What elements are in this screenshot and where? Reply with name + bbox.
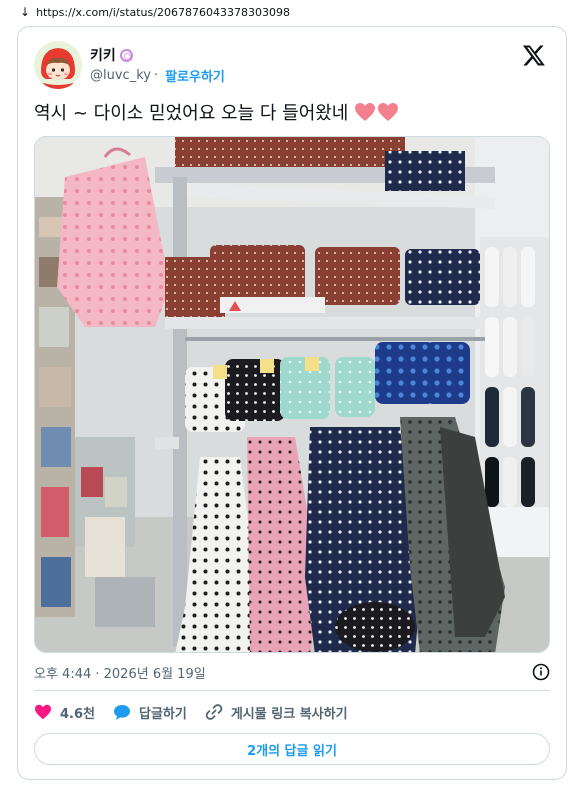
store-shelf-image — [35, 137, 549, 652]
tweet-card: 키키 @luvc_ky · 팔로우하기 역시 ~ 다이소 믿었어요 오늘 다 들… — [17, 26, 567, 780]
separator-dot: · — [153, 68, 159, 83]
speech-bubble-icon — [114, 704, 130, 720]
copy-link-button[interactable]: 게시물 링크 복사하기 — [205, 703, 348, 722]
like-count: 4.6천 — [60, 706, 95, 722]
spiral-icon — [119, 48, 133, 62]
heart-icon — [35, 704, 51, 720]
timestamp-row: 오후 4:44 · 2026년 6월 19일 — [34, 661, 550, 683]
copy-link-label: 게시물 링크 복사하기 — [230, 706, 348, 722]
read-replies-label: 2개의 답글 읽기 — [247, 743, 337, 759]
author-handle[interactable]: @luvc_ky — [90, 68, 151, 83]
tweet-header: 키키 @luvc_ky · 팔로우하기 — [34, 41, 550, 89]
x-logo-icon[interactable] — [522, 43, 546, 67]
divider — [34, 690, 550, 691]
address-bar[interactable]: ↓ https://x.com/i/status/206787604337830… — [0, 0, 575, 24]
author-name[interactable]: 키키 — [90, 45, 116, 65]
tweet-text: 역시 ~ 다이소 믿었어요 오늘 다 들어왔네 — [34, 99, 400, 125]
avatar[interactable] — [34, 41, 82, 89]
author-handle-row: @luvc_ky · 팔로우하기 — [90, 66, 225, 85]
hearts-emoji — [354, 102, 400, 122]
info-icon[interactable] — [532, 663, 550, 681]
heart-icon — [355, 103, 376, 121]
author-name-row[interactable]: 키키 — [90, 45, 133, 65]
action-bar: 4.6천 답글하기 게시물 링크 복사하기 — [34, 700, 366, 724]
read-replies-button[interactable]: 2개의 답글 읽기 — [34, 733, 550, 765]
reply-label: 답글하기 — [139, 706, 187, 722]
tweet-text-content: 역시 ~ 다이소 믿었어요 오늘 다 들어왔네 — [34, 103, 349, 124]
reply-button[interactable]: 답글하기 — [113, 703, 187, 722]
heart-icon — [378, 103, 399, 121]
follow-button[interactable]: 팔로우하기 — [165, 66, 225, 85]
link-icon — [205, 704, 223, 720]
timestamp[interactable]: 오후 4:44 · 2026년 6월 19일 — [34, 663, 206, 682]
avatar-illustration — [34, 41, 82, 89]
like-button[interactable]: 4.6천 — [34, 703, 95, 722]
arrow-down-icon: ↓ — [20, 5, 31, 19]
url-text: https://x.com/i/status/20678760433783030… — [36, 5, 290, 19]
tweet-photo[interactable] — [34, 136, 550, 653]
